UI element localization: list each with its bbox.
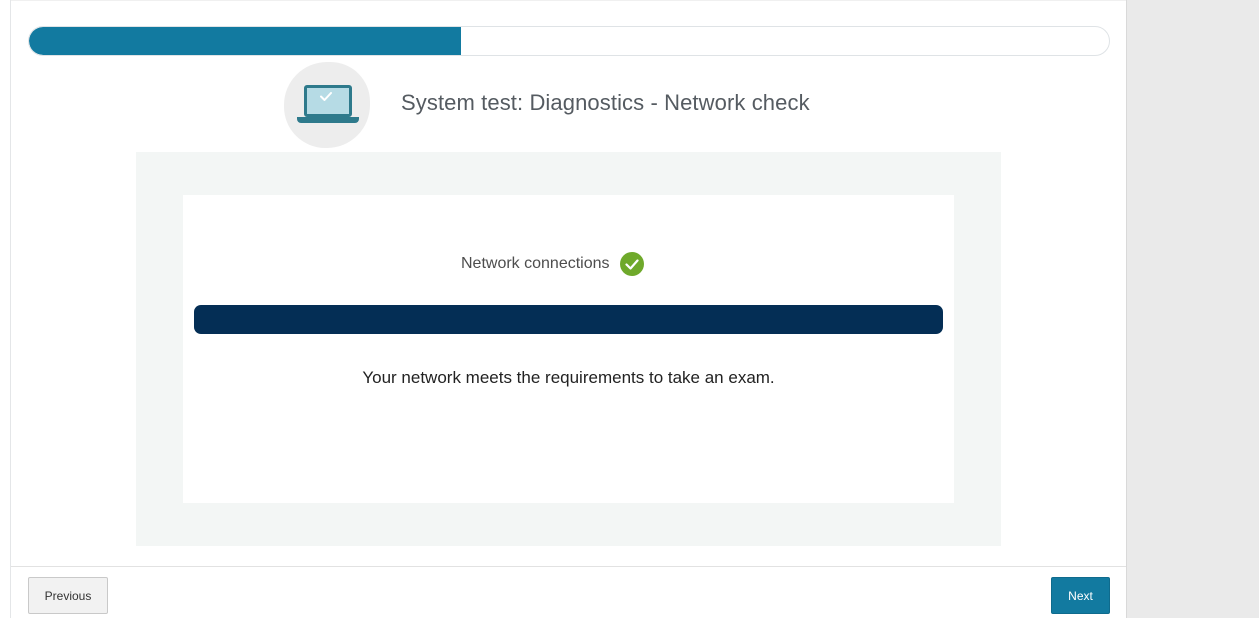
footer-divider	[11, 566, 1126, 567]
top-divider	[11, 0, 1126, 1]
page-title: System test: Diagnostics - Network check	[401, 90, 810, 115]
laptop-check-icon	[304, 85, 352, 117]
next-button[interactable]: Next	[1051, 577, 1110, 614]
network-check-header: Network connections	[461, 250, 644, 278]
network-result-bar	[194, 305, 943, 334]
previous-button[interactable]: Previous	[28, 577, 108, 614]
green-check-icon	[619, 252, 644, 276]
network-check-card	[183, 195, 954, 503]
network-check-label: Network connections	[461, 255, 610, 272]
laptop-base	[297, 117, 359, 123]
wizard-progress-bar	[28, 26, 1110, 56]
left-border	[10, 0, 11, 618]
wizard-progress-fill	[29, 27, 461, 55]
right-side-panel	[1126, 0, 1259, 618]
laptop-check-mark	[320, 92, 332, 101]
system-test-page: System test: Diagnostics - Network check…	[0, 0, 1259, 618]
network-result-message: Your network meets the requirements to t…	[362, 368, 775, 387]
